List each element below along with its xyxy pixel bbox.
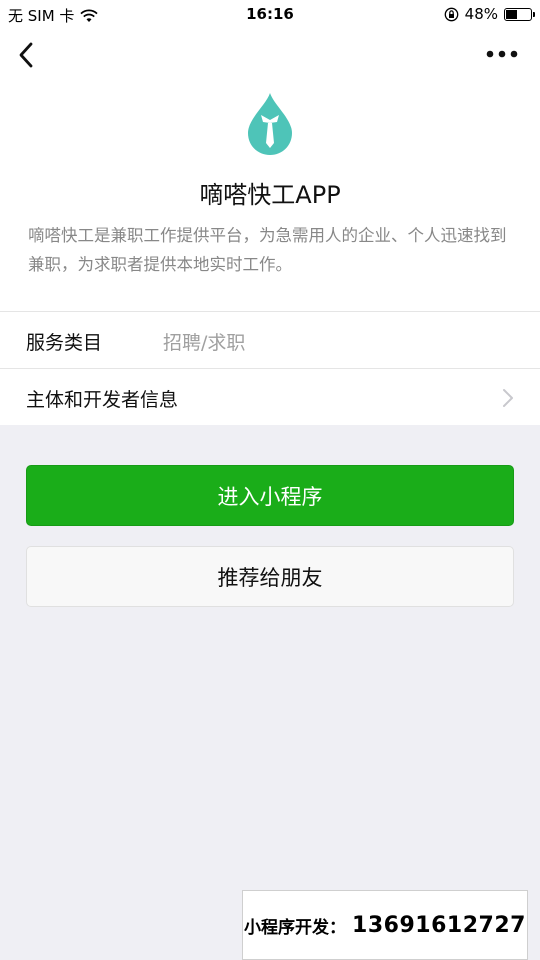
- recommend-to-friend-label: 推荐给朋友: [217, 565, 323, 590]
- promo-phone: 13691612727: [352, 912, 526, 938]
- battery-tip: [533, 11, 535, 17]
- battery-fill: [506, 9, 517, 19]
- enter-miniprogram-label: 进入小程序: [217, 484, 323, 509]
- more-dots-icon: [486, 50, 518, 58]
- status-right: 48%: [444, 5, 535, 23]
- app-description: 嘀嗒快工是兼职工作提供平台，为急需用人的企业、个人迅速找到兼职，为求职者提供本地…: [28, 226, 507, 274]
- battery-icon: [504, 7, 535, 21]
- promo-label: 小程序开发：: [244, 917, 347, 938]
- developer-info-label[interactable]: 主体和开发者信息: [26, 385, 178, 412]
- drop-tie-logo-icon: [248, 93, 292, 155]
- chevron-left-icon: [19, 42, 33, 68]
- app-logo: [244, 91, 296, 157]
- promo-watermark: 小程序开发： 13691612727: [242, 890, 528, 960]
- recommend-to-friend-button[interactable]: 推荐给朋友: [26, 546, 514, 607]
- service-category-value: 招聘/求职: [163, 332, 246, 354]
- divider: [0, 311, 540, 312]
- enter-miniprogram-button[interactable]: 进入小程序: [26, 465, 514, 526]
- battery-percent: 48%: [464, 5, 498, 23]
- status-bar: 无 SIM 卡 16:16 48%: [0, 0, 540, 28]
- back-button[interactable]: [14, 40, 42, 70]
- more-button[interactable]: [486, 44, 518, 64]
- app-name: 嘀嗒快工APP: [199, 181, 341, 209]
- chevron-right-icon[interactable]: [502, 388, 514, 408]
- rotation-lock-icon: [444, 7, 459, 21]
- service-category-label: 服务类目: [26, 332, 103, 354]
